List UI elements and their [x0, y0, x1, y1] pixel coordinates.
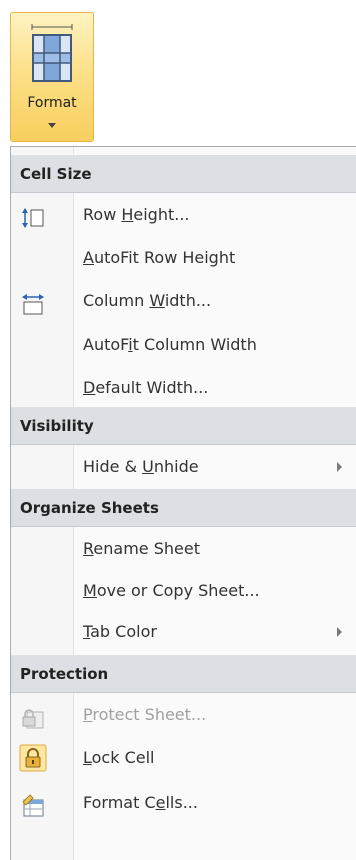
protect-sheet-icon	[21, 703, 45, 729]
accelerator-key: U	[142, 457, 154, 476]
format-button-label: Format	[27, 95, 77, 111]
label-part: Hide &	[83, 457, 143, 476]
format-dropdown-menu: Cell Size Row Height... AutoFit Row Heig…	[10, 146, 356, 860]
accelerator-key: e	[155, 793, 166, 812]
menu-item-lock-cell[interactable]: Lock Cell	[11, 736, 356, 780]
menu-item-autofit-column-width[interactable]: AutoFit Column Width	[11, 323, 356, 367]
label-part: Row	[83, 205, 122, 224]
label-part: nhide	[153, 457, 199, 476]
menu-item-column-width[interactable]: Column Width...	[11, 279, 356, 323]
accelerator-key: A	[83, 248, 94, 267]
menu-item-rename-sheet[interactable]: Rename Sheet	[11, 527, 356, 571]
label-part: ock Cell	[91, 748, 155, 767]
format-cells-icon	[21, 791, 45, 817]
label-part: idth...	[164, 291, 212, 310]
section-header-label: Cell Size	[20, 165, 92, 183]
label-part: ab Color	[90, 622, 157, 641]
label-part: Column	[83, 291, 150, 310]
section-header-label: Organize Sheets	[20, 499, 159, 517]
menu-item-format-cells[interactable]: Format Cells...	[11, 781, 356, 825]
section-header-label: Protection	[20, 665, 109, 683]
format-button[interactable]: Format	[10, 12, 94, 142]
accelerator-key: L	[83, 748, 92, 767]
submenu-arrow-icon	[337, 462, 342, 472]
submenu-arrow-icon	[337, 627, 342, 637]
menu-item-hide-unhide[interactable]: Hide & Unhide	[11, 445, 356, 489]
label-part: rotect Sheet...	[92, 705, 207, 724]
menu-item-autofit-row-height[interactable]: AutoFit Row Height	[11, 236, 356, 280]
menu-item-protect-sheet: Protect Sheet...	[11, 693, 356, 737]
section-header-organize-sheets: Organize Sheets	[11, 489, 356, 527]
label-part: Format C	[83, 793, 156, 812]
label-part: efault Width...	[95, 378, 209, 397]
section-header-visibility: Visibility	[11, 407, 356, 445]
label-part: eight...	[133, 205, 190, 224]
accelerator-key: W	[149, 291, 165, 310]
menu-item-row-height[interactable]: Row Height...	[11, 193, 356, 237]
column-width-icon	[21, 289, 45, 315]
label-part: lls...	[165, 793, 198, 812]
menu-item-move-copy-sheet[interactable]: Move or Copy Sheet...	[11, 569, 356, 613]
format-cells-grid-icon	[29, 23, 75, 89]
label-part: t Column Width	[132, 335, 257, 354]
label-part: ove or Copy Sheet...	[96, 581, 260, 600]
section-header-label: Visibility	[20, 417, 94, 435]
section-header-protection: Protection	[11, 655, 356, 693]
label-part: utoFit Row Height	[93, 248, 236, 267]
label-part: ename Sheet	[93, 539, 200, 558]
menu-item-tab-color[interactable]: Tab Color	[11, 610, 356, 654]
row-height-icon	[21, 203, 45, 228]
accelerator-key: P	[83, 705, 93, 724]
accelerator-key: M	[83, 581, 97, 600]
section-header-cell-size: Cell Size	[11, 155, 356, 193]
label-part: AutoF	[83, 335, 129, 354]
accelerator-key: D	[83, 378, 96, 397]
accelerator-key: H	[121, 205, 134, 224]
menu-item-default-width[interactable]: Default Width...	[11, 366, 356, 410]
lock-icon	[19, 744, 47, 772]
accelerator-key: R	[83, 539, 94, 558]
chevron-down-icon	[48, 123, 56, 128]
